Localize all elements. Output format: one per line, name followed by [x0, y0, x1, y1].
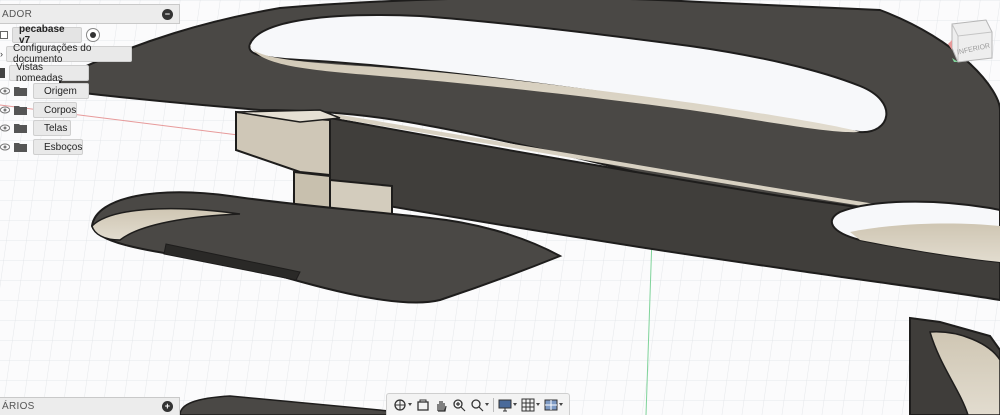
- tree-item-label: Telas: [33, 120, 71, 136]
- visibility-eye-icon[interactable]: [0, 143, 10, 151]
- document-icon: [0, 31, 8, 39]
- document-row[interactable]: pecabase v7: [0, 24, 100, 46]
- display-settings-icon: [498, 399, 512, 411]
- folder-icon: [14, 87, 27, 96]
- viewports-button[interactable]: [544, 398, 563, 412]
- look-at-icon: [417, 399, 429, 411]
- view-cube[interactable]: INFERIOR: [946, 18, 994, 64]
- tree-item-label: Configurações do documento: [6, 43, 132, 65]
- zoom-icon: [453, 398, 466, 411]
- grid-settings-button[interactable]: [521, 398, 540, 412]
- viewports-icon: [544, 399, 558, 410]
- tree-item-sketches[interactable]: Esboços: [0, 139, 83, 155]
- grid-icon: [521, 398, 535, 411]
- tree-item-origin[interactable]: Origem: [0, 83, 89, 99]
- fit-icon: [471, 398, 484, 411]
- tree-item-meshes[interactable]: Telas: [0, 120, 71, 136]
- tree-item-label: Vistas nomeadas: [9, 62, 89, 84]
- toolbar-separator: [493, 397, 494, 412]
- zoom-button[interactable]: [452, 398, 466, 412]
- pan-icon: [437, 400, 447, 412]
- folder-icon: [14, 143, 27, 152]
- folder-icon: [14, 124, 27, 133]
- tree-item-label: Origem: [33, 83, 89, 99]
- comments-title: ÁRIOS: [2, 401, 35, 412]
- tree-item-named-views[interactable]: Vistas nomeadas: [0, 62, 89, 84]
- visibility-eye-icon[interactable]: [0, 87, 10, 95]
- 3d-viewport[interactable]: [0, 0, 1000, 415]
- folder-icon: [14, 106, 27, 115]
- add-comment-icon[interactable]: +: [162, 401, 173, 412]
- browser-title: ADOR: [2, 8, 33, 20]
- chevron-down-icon[interactable]: [513, 403, 517, 406]
- display-settings-button[interactable]: [498, 398, 517, 412]
- viewport-canvas[interactable]: [0, 0, 1000, 415]
- tree-item-label: Corpos: [33, 102, 77, 118]
- orbit-button[interactable]: [393, 398, 412, 412]
- chevron-down-icon[interactable]: [408, 403, 412, 406]
- look-at-button[interactable]: [416, 398, 430, 412]
- orbit-icon: [394, 398, 406, 411]
- visibility-eye-icon[interactable]: [0, 124, 10, 132]
- visibility-eye-icon[interactable]: [0, 106, 10, 114]
- collapse-browser-icon[interactable]: −: [162, 8, 173, 20]
- fit-button[interactable]: [470, 398, 489, 412]
- browser-panel-header[interactable]: ADOR −: [0, 4, 180, 24]
- chevron-down-icon[interactable]: [559, 403, 563, 406]
- tree-item-document-settings[interactable]: › Configurações do documento: [0, 43, 132, 65]
- navigation-toolbar: [386, 393, 570, 415]
- comments-panel[interactable]: ÁRIOS +: [0, 397, 180, 415]
- tree-item-bodies[interactable]: Corpos: [0, 102, 77, 118]
- folder-icon: [0, 68, 5, 78]
- tree-item-label: Esboços: [33, 139, 83, 155]
- document-name[interactable]: pecabase v7: [12, 24, 82, 46]
- chevron-down-icon[interactable]: [485, 403, 489, 406]
- pan-button[interactable]: [434, 398, 448, 412]
- chevron-down-icon[interactable]: [536, 403, 540, 406]
- activate-document-icon[interactable]: [86, 28, 100, 42]
